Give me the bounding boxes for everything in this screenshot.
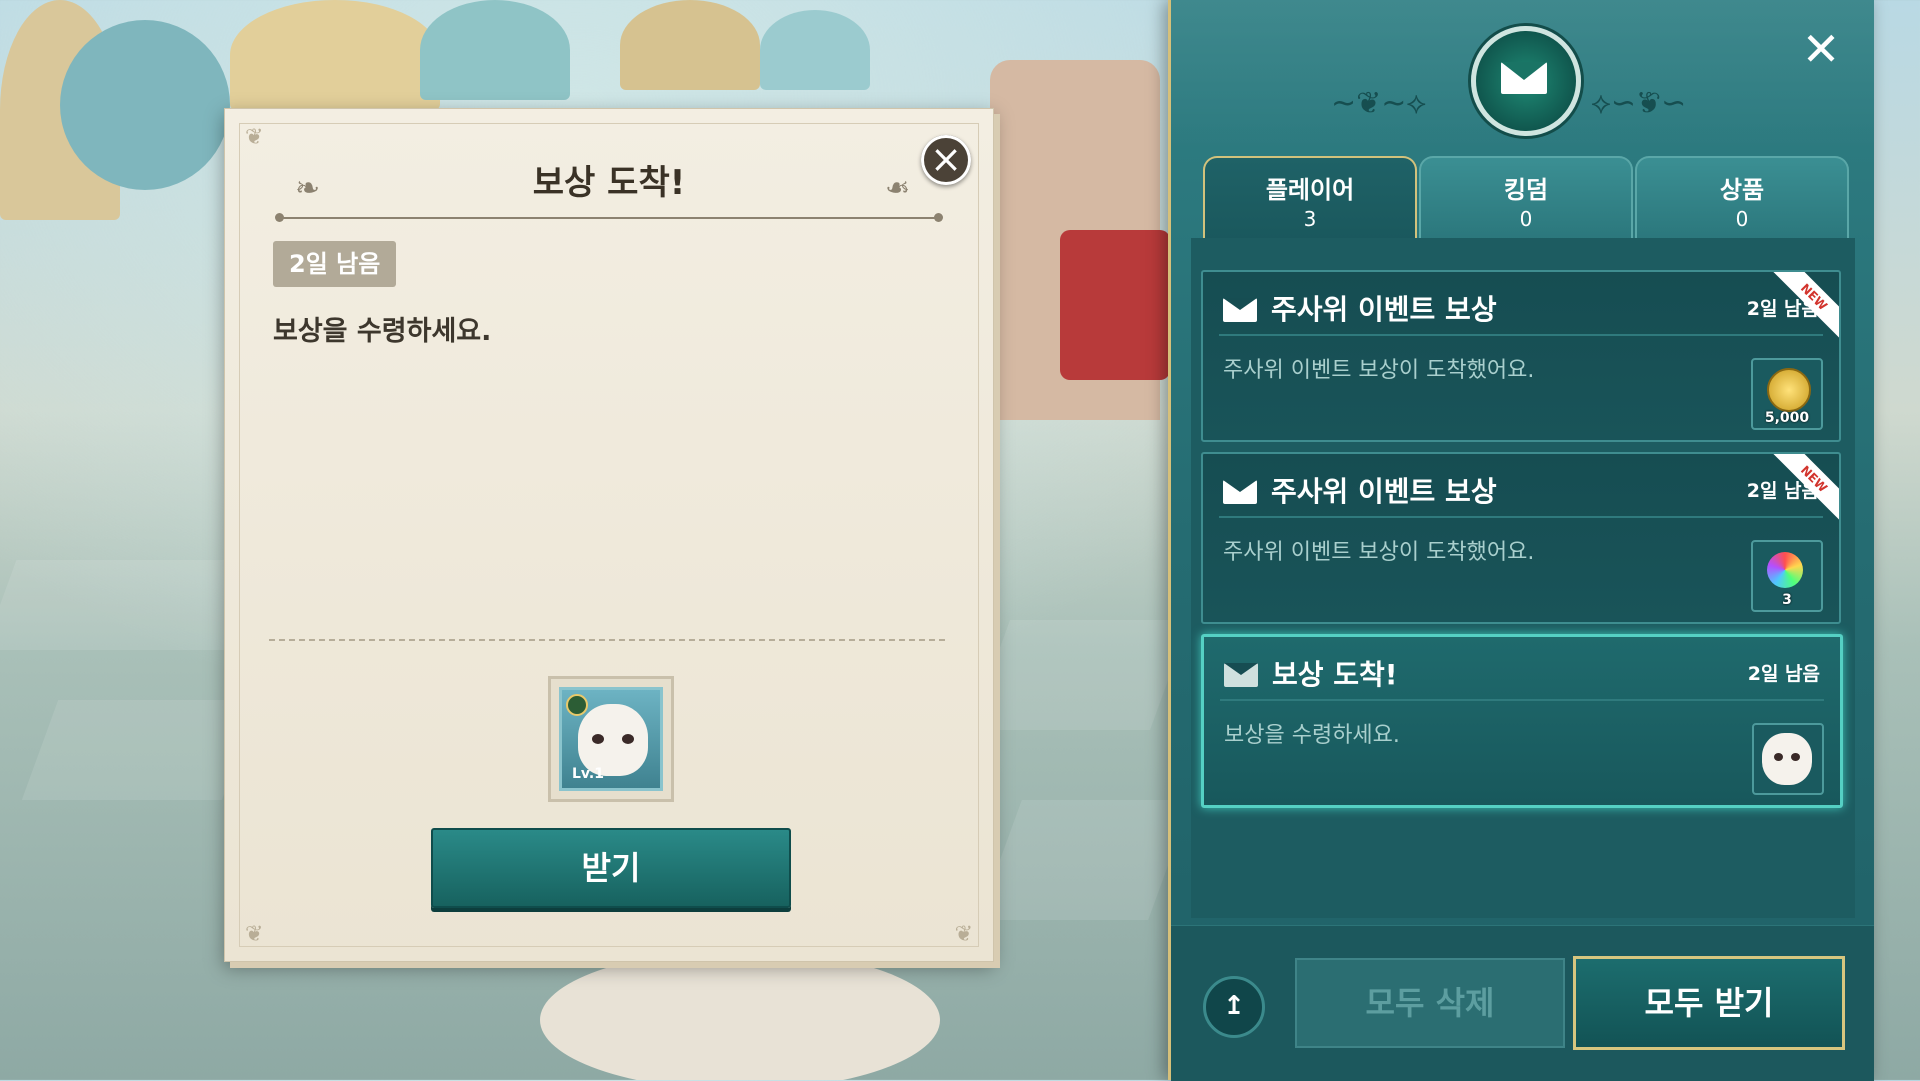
mail-item-selected[interactable]: 보상 도착! 2일 남음 보상을 수령하세요.	[1201, 634, 1843, 808]
tab-label: 킹덤	[1503, 176, 1549, 204]
mail-title: 보상 도착!	[1272, 658, 1398, 691]
divider	[1219, 516, 1823, 518]
envelope-icon	[1223, 298, 1257, 322]
tab-label: 상품	[1719, 176, 1765, 204]
divider	[269, 639, 945, 641]
corner-ornament-icon: ❦	[245, 922, 264, 947]
mail-item[interactable]: 주사위 이벤트 보상 2일 남음 NEW 주사위 이벤트 보상이 도착했어요. …	[1201, 452, 1841, 624]
reward-slot: 3	[1751, 540, 1823, 612]
reward-slot: 5,000	[1751, 358, 1823, 430]
corner-ornament-icon: ❦	[245, 125, 264, 150]
mail-title: 주사위 이벤트 보상	[1271, 293, 1497, 326]
gold-coin-icon	[1767, 368, 1811, 412]
reward-item-slot[interactable]: Lv.1	[548, 676, 674, 802]
reward-quantity: 3	[1782, 592, 1792, 608]
mail-detail-letter: ❦ ❦ ❦ 보상 도착! ❧ ❧ × 2일 남음 보상을 수령하세요. Lv.1…	[224, 108, 994, 962]
close-icon[interactable]: ✕	[1791, 24, 1851, 74]
goat-eye	[592, 734, 604, 744]
delete-all-button[interactable]: 모두 삭제	[1295, 958, 1565, 1048]
mail-description: 보상을 수령하세요.	[1224, 723, 1400, 748]
open-envelope-icon	[1224, 663, 1258, 687]
divider	[1220, 699, 1824, 701]
divider	[1219, 334, 1823, 336]
goat-eye	[622, 734, 634, 744]
mailbox-panel: ✕ ~❦~⟡ ~❦~⟡ 플레이어 3 킹덤 0 상품 0 주사위 이벤트 보상 …	[1168, 0, 1874, 1081]
letter-body-text: 보상을 수령하세요.	[273, 316, 492, 347]
letter-title: 보상 도착!	[532, 163, 686, 203]
rainbow-gem-icon	[1767, 552, 1803, 588]
leaf-ornament-icon: ❧	[295, 171, 321, 206]
envelope-icon	[1223, 480, 1257, 504]
tab-count: 0	[1519, 207, 1533, 231]
corner-ornament-icon: ❦	[954, 922, 973, 947]
close-icon[interactable]: ×	[921, 135, 971, 185]
tab-kingdom[interactable]: 킹덤 0	[1419, 156, 1633, 240]
tab-label: 플레이어	[1265, 176, 1355, 204]
mail-days-left: 2일 남음	[1747, 663, 1820, 685]
tab-shop[interactable]: 상품 0	[1635, 156, 1849, 240]
sort-icon[interactable]: ↥	[1203, 976, 1265, 1038]
goat-pet-icon	[1762, 733, 1812, 785]
tab-player[interactable]: 플레이어 3	[1203, 156, 1417, 240]
flourish-ornament-icon: ~❦~⟡	[1331, 86, 1427, 121]
pet-level: Lv.1	[572, 766, 604, 782]
flourish-ornament-icon: ~❦~⟡	[1591, 86, 1687, 121]
mail-description: 주사위 이벤트 보상이 도착했어요.	[1223, 358, 1535, 383]
mail-title: 주사위 이벤트 보상	[1271, 475, 1497, 508]
mailbox-footer: ↥ 모두 삭제 모두 받기	[1171, 925, 1874, 1081]
envelope-icon	[1501, 62, 1547, 94]
rank-badge-icon	[566, 694, 588, 716]
mail-item[interactable]: 주사위 이벤트 보상 2일 남음 NEW 주사위 이벤트 보상이 도착했어요. …	[1201, 270, 1841, 442]
days-left-badge: 2일 남음	[273, 241, 397, 287]
tab-count: 0	[1735, 207, 1749, 231]
receive-button[interactable]: 받기	[431, 828, 791, 908]
mail-emblem-icon	[1471, 26, 1581, 136]
claim-all-button[interactable]: 모두 받기	[1573, 956, 1845, 1050]
leaf-ornament-icon: ❧	[885, 171, 911, 206]
reward-quantity: 5,000	[1764, 410, 1810, 426]
reward-slot	[1752, 723, 1824, 795]
mail-description: 주사위 이벤트 보상이 도착했어요.	[1223, 540, 1535, 565]
title-divider	[275, 213, 943, 222]
mail-list[interactable]: 주사위 이벤트 보상 2일 남음 NEW 주사위 이벤트 보상이 도착했어요. …	[1191, 238, 1855, 918]
tab-count: 3	[1303, 207, 1317, 231]
goat-pet-icon: Lv.1	[559, 687, 663, 791]
